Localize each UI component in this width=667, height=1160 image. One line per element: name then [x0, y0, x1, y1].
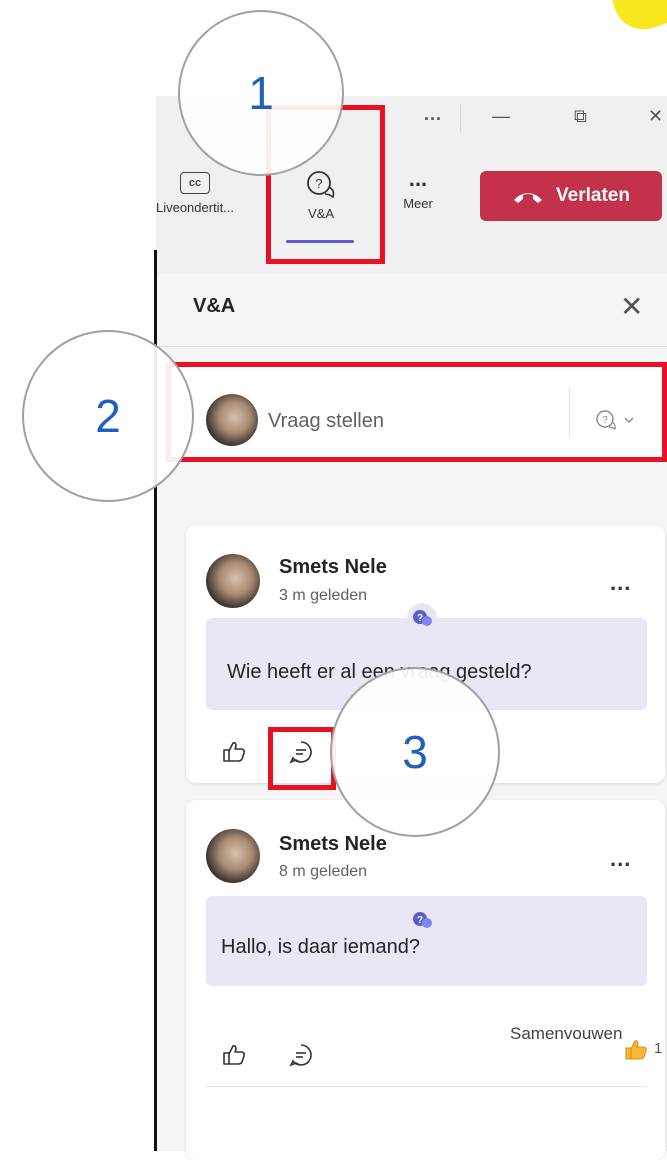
- divider: [460, 104, 461, 132]
- question-author: Smets Nele: [279, 556, 387, 578]
- window-more-button[interactable]: ...: [424, 104, 442, 125]
- captions-icon: cc: [180, 172, 210, 194]
- window-restore-button[interactable]: ⧉: [574, 106, 587, 127]
- highlight-box-reply-button: [268, 727, 336, 790]
- annotation-number: 1: [248, 67, 274, 119]
- highlight-box-ask-field: [166, 362, 667, 462]
- question-timestamp: 8 m geleden: [279, 863, 368, 880]
- question-timestamp: 3 m geleden: [279, 587, 368, 604]
- reply-button[interactable]: [288, 1042, 314, 1073]
- annotation-circle: 1: [178, 10, 344, 176]
- avatar: [206, 554, 260, 608]
- captions-button[interactable]: cc Liveondertit...: [150, 172, 240, 215]
- like-reaction-icon: [624, 1037, 648, 1066]
- collapse-link[interactable]: Samenvouwen: [510, 1024, 622, 1044]
- more-icon: ...: [408, 166, 428, 191]
- question-author: Smets Nele: [279, 833, 387, 855]
- comment-icon: [289, 1044, 312, 1067]
- annotation-circle: 2: [22, 330, 194, 502]
- thumbs-up-icon: [223, 1045, 246, 1065]
- svg-text:?: ?: [417, 915, 423, 926]
- like-count: 1: [654, 1040, 663, 1057]
- leave-button[interactable]: Verlaten: [480, 171, 662, 221]
- question-badge-icon: ?: [407, 905, 437, 935]
- annotation-number: 3: [402, 726, 428, 778]
- decorative-corner: [605, 0, 667, 38]
- svg-text:?: ?: [417, 613, 423, 624]
- divider: [156, 346, 667, 347]
- question-more-button[interactable]: ...: [610, 846, 631, 872]
- leave-label: Verlaten: [556, 185, 630, 206]
- more-label: Meer: [403, 196, 433, 211]
- annotation-circle: 3: [330, 667, 500, 837]
- panel-title: V&A: [193, 295, 236, 317]
- thumbs-up-icon: [223, 742, 246, 762]
- avatar: [206, 829, 260, 883]
- like-button[interactable]: [221, 1041, 247, 1072]
- window-minimize-button[interactable]: —: [492, 106, 510, 127]
- hangup-icon: [514, 193, 543, 203]
- like-button[interactable]: [221, 738, 247, 769]
- divider: [206, 1086, 647, 1087]
- annotation-number: 2: [95, 390, 121, 442]
- more-actions-button[interactable]: ... Meer: [388, 166, 448, 212]
- window-close-button[interactable]: ✕: [648, 106, 663, 127]
- panel-close-icon[interactable]: ✕: [620, 290, 643, 323]
- question-text: Hallo, is daar iemand?: [221, 936, 420, 958]
- question-badge-icon: ?: [407, 603, 437, 633]
- question-more-button[interactable]: ...: [610, 570, 631, 596]
- captions-label: Liveondertit...: [155, 200, 235, 215]
